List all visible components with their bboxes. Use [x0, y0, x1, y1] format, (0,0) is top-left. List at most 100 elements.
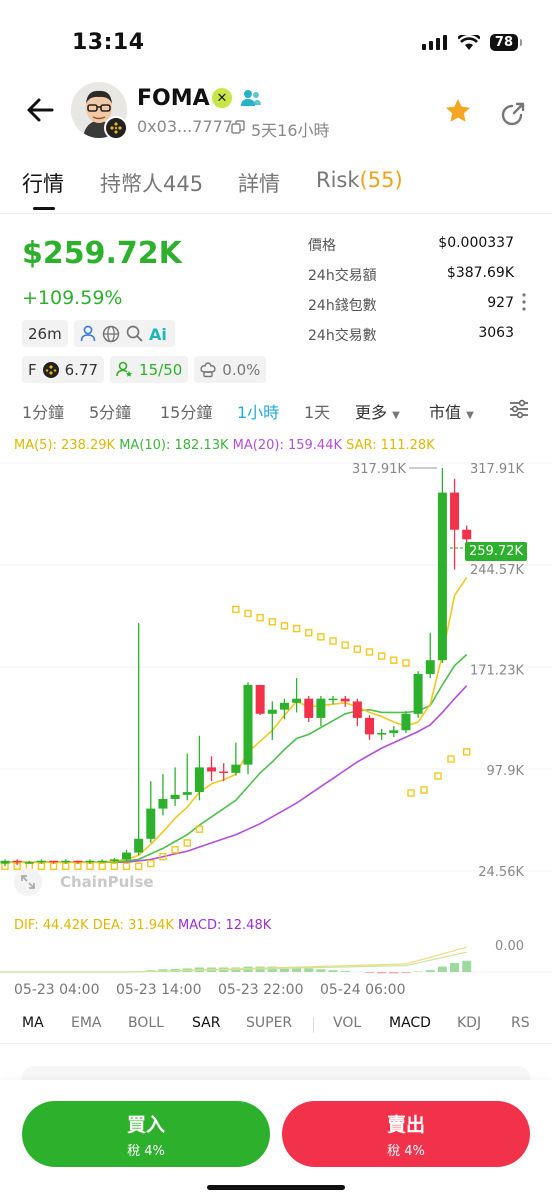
indicator-boll[interactable]: BOLL	[128, 1015, 164, 1031]
risk-count: (55)	[359, 168, 403, 192]
current-price-tag: 259.72K	[465, 542, 528, 561]
sar-dot	[147, 859, 155, 868]
x-axis-label: 05-23 14:00	[116, 982, 202, 998]
candle-body	[413, 673, 423, 714]
stat-volume-label: 24h交易額	[308, 268, 377, 284]
globe-icon[interactable]	[102, 325, 120, 343]
more-vertical-icon[interactable]	[521, 292, 527, 312]
sell-button[interactable]: 賣出 稅 4%	[282, 1101, 530, 1167]
candle-body	[304, 698, 314, 718]
timeframe-15m[interactable]: 15分鐘	[160, 399, 212, 423]
indicator-rsi[interactable]: RS	[511, 1015, 530, 1031]
indicator-kdj[interactable]: KDJ	[457, 1015, 481, 1031]
svg-text:Ai: Ai	[149, 325, 167, 343]
ma5-line	[5, 576, 468, 863]
sar-dot	[329, 637, 337, 645]
holders-chip-value: 15/50	[139, 360, 183, 379]
candle-body	[231, 764, 241, 773]
sar-dot	[305, 629, 313, 637]
timeframe-5m[interactable]: 5分鐘	[89, 399, 131, 423]
indicator-super[interactable]: SUPER	[246, 1015, 292, 1031]
candle-body	[122, 852, 131, 860]
indicator-vol[interactable]: VOL	[333, 1015, 361, 1031]
buy-tax: 稅 4%	[127, 1143, 165, 1159]
status-time: 13:14	[72, 30, 145, 55]
expand-chart-icon[interactable]	[14, 868, 42, 896]
share-icon[interactable]	[499, 100, 527, 128]
timeframe-1d[interactable]: 1天	[304, 399, 330, 423]
macd-bar	[425, 970, 435, 972]
market-cap-price: $259.72K	[22, 236, 182, 271]
f-score-value: 6.77	[64, 360, 99, 379]
y-axis-label: 317.91K	[470, 462, 524, 477]
macd-bar	[316, 969, 326, 972]
candle-body	[73, 860, 83, 863]
buy-button[interactable]: 買入 稅 4%	[22, 1101, 270, 1167]
buy-label: 買入	[126, 1113, 165, 1136]
candle-body	[109, 859, 119, 861]
macd-bar	[450, 963, 460, 972]
dev-chip[interactable]: 0.0%	[194, 356, 267, 383]
stat-wallets-value: 927	[487, 295, 514, 311]
tab-risk[interactable]: Risk(55)	[316, 168, 403, 192]
sar-dot	[390, 656, 398, 664]
bnb-chain-icon	[104, 116, 128, 140]
ma10-legend: MA(10): 182.13K	[119, 438, 229, 453]
macd-value-legend: MACD: 12.48K	[178, 918, 272, 933]
candle-body	[267, 709, 277, 714]
chart-settings-icon[interactable]	[508, 399, 530, 419]
indicator-ema[interactable]: EMA	[71, 1015, 102, 1031]
user-icon[interactable]	[80, 325, 96, 342]
chevron-down-icon: ▼	[466, 410, 474, 421]
holders-chip[interactable]: 15/50	[110, 356, 189, 383]
candle-body	[207, 767, 217, 772]
sar-dot	[86, 862, 94, 870]
community-icon[interactable]	[240, 88, 262, 108]
search-icon[interactable]	[126, 325, 143, 342]
candle-body	[450, 492, 460, 530]
timeframe-more-dropdown[interactable]: 更多 ▼	[355, 399, 400, 423]
verified-badge-icon[interactable]: ✕	[212, 88, 232, 108]
dea-legend: DEA: 31.94K	[92, 918, 174, 933]
tab-market[interactable]: 行情	[22, 168, 64, 198]
sar-dot	[268, 618, 276, 626]
links-chip[interactable]: Ai	[73, 320, 175, 347]
back-arrow-icon[interactable]	[24, 92, 56, 128]
sar-dot	[402, 659, 410, 667]
price-change: +109.59%	[22, 287, 123, 309]
divider	[0, 213, 552, 214]
token-name: FOMA	[137, 86, 210, 111]
f-score-chip[interactable]: F 6.77	[22, 356, 105, 383]
indicator-macd[interactable]: MACD	[389, 1015, 431, 1031]
candle-body	[61, 860, 71, 863]
ai-icon[interactable]: Ai	[149, 325, 169, 343]
candle-body	[24, 862, 34, 864]
candlestick-chart[interactable]: 317.91K 244.57K 171.23K 97.9K 24.56K 317.91K 0…	[0, 455, 552, 980]
ma5-legend: MA(5): 238.29K	[14, 438, 116, 453]
timeframe-1m[interactable]: 1分鐘	[22, 399, 64, 423]
candle-body	[243, 684, 253, 765]
sar-dot	[98, 862, 106, 870]
battery-icon: 78	[489, 34, 523, 51]
candle-body	[194, 767, 204, 793]
macd-bar	[401, 972, 411, 973]
timeframe-1h[interactable]: 1小時	[237, 399, 279, 423]
tab-details[interactable]: 詳情	[238, 168, 280, 198]
market-cap-dropdown[interactable]: 市值 ▼	[429, 399, 474, 423]
candle-body	[12, 860, 22, 863]
sar-dot	[183, 839, 191, 847]
sar-dot	[292, 624, 301, 633]
stat-price-value: $0.000337	[438, 235, 514, 251]
indicator-ma[interactable]: MA	[22, 1015, 44, 1031]
sar-dot	[377, 652, 386, 660]
chevron-down-icon: ▼	[392, 410, 400, 421]
copy-icon[interactable]	[231, 120, 245, 134]
ma-legend: MA(5): 238.29K MA(10): 182.13K MA(20): 1…	[14, 438, 435, 453]
tab-holders[interactable]: 持幣人445	[100, 168, 203, 198]
candle-body	[292, 698, 302, 703]
bnb-coin-icon	[42, 361, 59, 378]
top-holders-icon	[116, 361, 133, 377]
high-marker-label: 317.91K	[352, 462, 406, 477]
favorite-star-icon[interactable]	[444, 97, 472, 125]
indicator-sar[interactable]: SAR	[192, 1015, 220, 1031]
